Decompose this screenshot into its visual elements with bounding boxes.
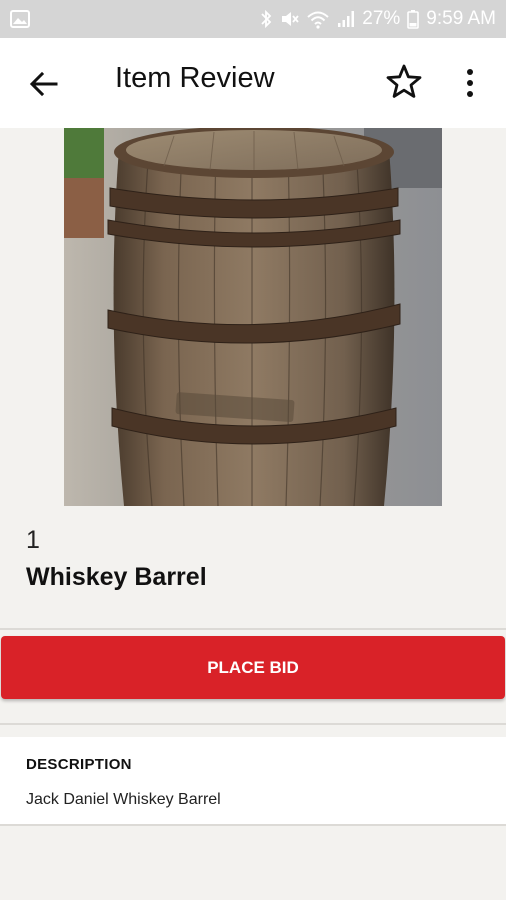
signal-icon [337, 10, 355, 28]
whiskey-barrel-photo [64, 128, 442, 506]
description-card: DESCRIPTION Jack Daniel Whiskey Barrel [0, 737, 506, 824]
item-photo[interactable] [64, 128, 442, 506]
description-text: Jack Daniel Whiskey Barrel [26, 791, 221, 808]
divider [0, 628, 506, 630]
star-icon [384, 64, 424, 106]
bluetooth-icon [260, 9, 272, 29]
more-vert-icon [458, 69, 482, 106]
status-bar: 27% 9:59 AM [0, 0, 506, 38]
divider [0, 723, 506, 725]
place-bid-button[interactable]: PLACE BID [1, 636, 505, 699]
back-arrow-icon [26, 71, 62, 106]
mute-icon [279, 9, 299, 29]
item-name: Whiskey Barrel [26, 563, 207, 591]
more-options-button[interactable] [458, 66, 482, 102]
divider [0, 824, 506, 826]
image-icon [10, 10, 30, 28]
battery-percent: 27% [362, 8, 401, 29]
lot-number: 1 [26, 526, 40, 554]
battery-icon [407, 9, 420, 29]
app-bar: Item Review [0, 38, 506, 128]
wifi-icon [306, 9, 330, 29]
page-title: Item Review [115, 62, 275, 94]
clock: 9:59 AM [426, 8, 496, 29]
back-button[interactable] [26, 66, 62, 102]
description-heading: DESCRIPTION [26, 756, 132, 773]
favorite-button[interactable] [384, 62, 424, 102]
